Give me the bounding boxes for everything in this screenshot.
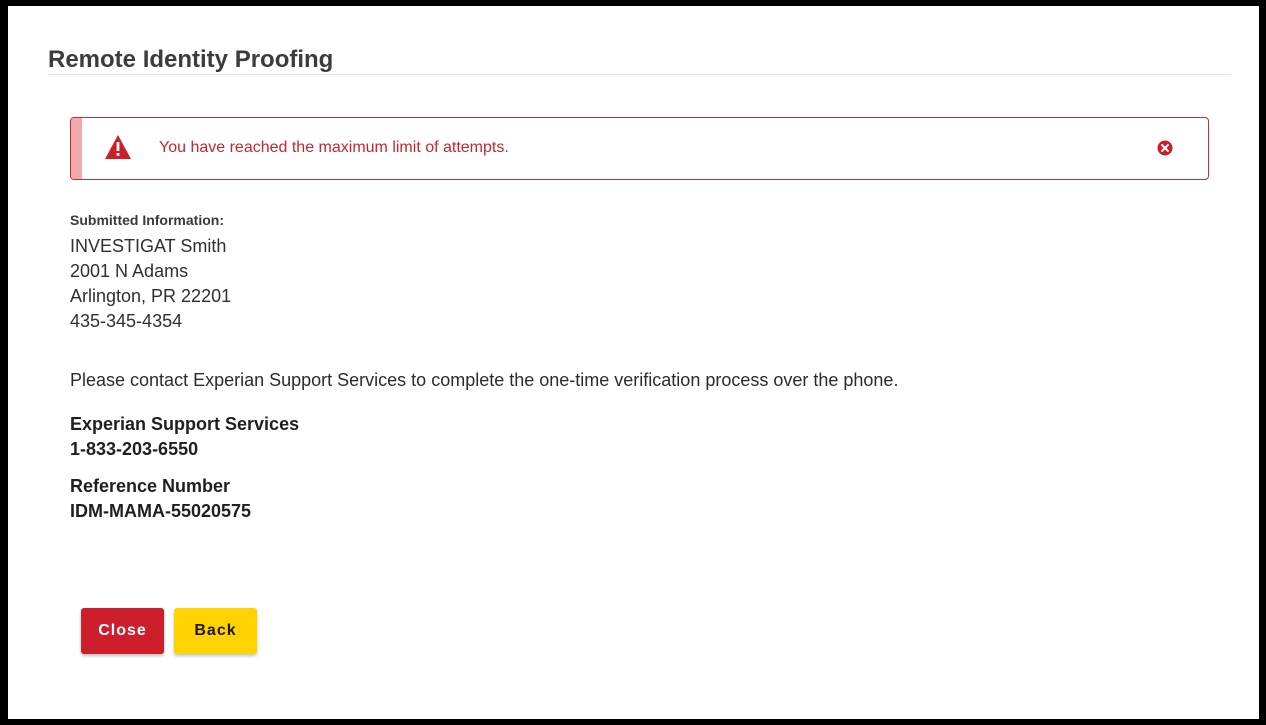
submitted-city-state-zip: Arlington, PR 22201: [70, 286, 232, 306]
title-divider: [48, 74, 1231, 75]
instruction-text: Please contact Experian Support Services…: [70, 370, 899, 390]
alert-accent-bar: [71, 118, 82, 179]
close-circle-icon[interactable]: [1157, 140, 1173, 156]
submitted-name: INVESTIGAT Smith: [70, 236, 227, 256]
support-phone: 1-833-203-6550: [70, 439, 199, 459]
page-frame: Remote Identity Proofing You have reache…: [8, 6, 1259, 719]
back-button[interactable]: Back: [174, 608, 257, 654]
support-label: Experian Support Services: [70, 414, 300, 434]
reference-block: Reference Number IDM-MAMA-55020575: [70, 474, 251, 524]
submitted-phone: 435-345-4354: [70, 311, 183, 331]
warning-triangle-icon: [105, 135, 131, 159]
error-alert: You have reached the maximum limit of at…: [70, 117, 1209, 180]
submitted-info-block: INVESTIGAT Smith 2001 N Adams Arlington,…: [70, 234, 231, 334]
alert-message: You have reached the maximum limit of at…: [159, 139, 509, 156]
page-title: Remote Identity Proofing: [48, 46, 334, 73]
support-contact: Experian Support Services 1-833-203-6550: [70, 412, 299, 462]
submitted-street: 2001 N Adams: [70, 261, 189, 281]
reference-label: Reference Number: [70, 476, 231, 496]
close-button[interactable]: Close: [81, 608, 164, 654]
reference-number: IDM-MAMA-55020575: [70, 501, 252, 521]
submitted-info-label: Submitted Information:: [70, 212, 224, 228]
